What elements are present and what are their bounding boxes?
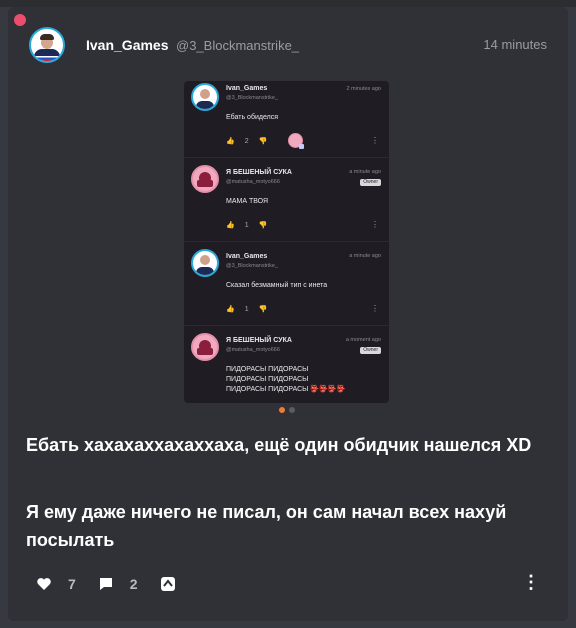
message-time: a minute ago bbox=[349, 253, 381, 259]
dislike-icon: 👎 bbox=[258, 138, 268, 145]
attached-screenshot[interactable]: Ivan_Games @3_Blockmanstrike_ 2 minutes … bbox=[184, 81, 389, 403]
heart-icon[interactable] bbox=[36, 576, 52, 592]
message-text: МАМА ТВОЯ bbox=[226, 198, 269, 205]
message-author: Ivan_Games bbox=[226, 85, 268, 92]
message-text: Сказал безмамный тип с инета bbox=[226, 282, 328, 289]
avatar bbox=[191, 333, 219, 361]
avatar[interactable] bbox=[29, 27, 65, 63]
message-time: 2 minutes ago bbox=[346, 86, 381, 92]
pager-dot-active[interactable] bbox=[279, 407, 285, 413]
message-handle: @matusha_motyo666 bbox=[226, 347, 280, 353]
top-bar bbox=[0, 0, 576, 7]
like-count: 1 bbox=[244, 222, 249, 229]
post-timestamp: 14 minutes bbox=[483, 37, 547, 52]
avatar bbox=[191, 165, 219, 193]
dislike-icon: 👎 bbox=[258, 306, 268, 313]
avatar bbox=[191, 249, 219, 277]
like-icon: 👍 bbox=[226, 138, 235, 145]
like-count: 2 bbox=[244, 138, 249, 145]
like-icon: 👍 bbox=[226, 222, 235, 229]
post-username[interactable]: Ivan_Games bbox=[86, 37, 169, 53]
message-author: Ivan_Games bbox=[226, 253, 268, 260]
reaction-avatar bbox=[288, 133, 304, 149]
more-vertical-icon: ⋮ bbox=[371, 304, 379, 313]
message-handle: @matusha_motyo666 bbox=[226, 179, 280, 185]
share-icon[interactable] bbox=[160, 576, 176, 592]
post-title: Ебать хахахаххахаххаха, ещё один обидчик… bbox=[26, 435, 532, 455]
more-vertical-icon[interactable]: ⋮ bbox=[522, 572, 540, 592]
message-handle: @3_Blockmanstrike_ bbox=[226, 263, 279, 269]
like-icon: 👍 bbox=[226, 306, 235, 313]
post-handle: @3_Blockmanstrike_ bbox=[176, 38, 300, 53]
post-body: Я ему даже ничего не писал, он сам начал… bbox=[26, 502, 507, 550]
message-text: ПИДОРАСЫ ПИДОРАСЫ ПИДОРАСЫ ПИДОРАСЫ ПИДО… bbox=[226, 366, 346, 393]
divider bbox=[184, 325, 389, 326]
message-handle: @3_Blockmanstrike_ bbox=[226, 95, 279, 101]
more-vertical-icon: ⋮ bbox=[371, 220, 379, 229]
divider bbox=[184, 241, 389, 242]
owner-badge: Owner bbox=[360, 179, 381, 186]
dislike-icon: 👎 bbox=[258, 222, 268, 229]
notification-dot bbox=[14, 14, 26, 26]
message-time: a minute ago bbox=[349, 169, 381, 175]
avatar bbox=[191, 83, 219, 111]
post-actions: 7 2 bbox=[36, 576, 176, 592]
owner-badge: Owner bbox=[360, 347, 381, 354]
like-count: 7 bbox=[68, 576, 76, 592]
comment-count: 2 bbox=[129, 576, 138, 592]
pager-dot[interactable] bbox=[289, 407, 295, 413]
divider bbox=[184, 157, 389, 158]
message-text: Ебать обиделся bbox=[226, 114, 278, 121]
message-time: a moment ago bbox=[345, 337, 381, 343]
carousel-pager[interactable] bbox=[279, 407, 295, 413]
message-author: Я БЕШЕНЫЙ СУКА bbox=[226, 337, 292, 344]
like-count: 1 bbox=[244, 306, 249, 313]
message-author: Я БЕШЕНЫЙ СУКА bbox=[226, 169, 292, 176]
more-vertical-icon: ⋮ bbox=[371, 136, 379, 145]
comment-icon[interactable] bbox=[98, 576, 114, 592]
